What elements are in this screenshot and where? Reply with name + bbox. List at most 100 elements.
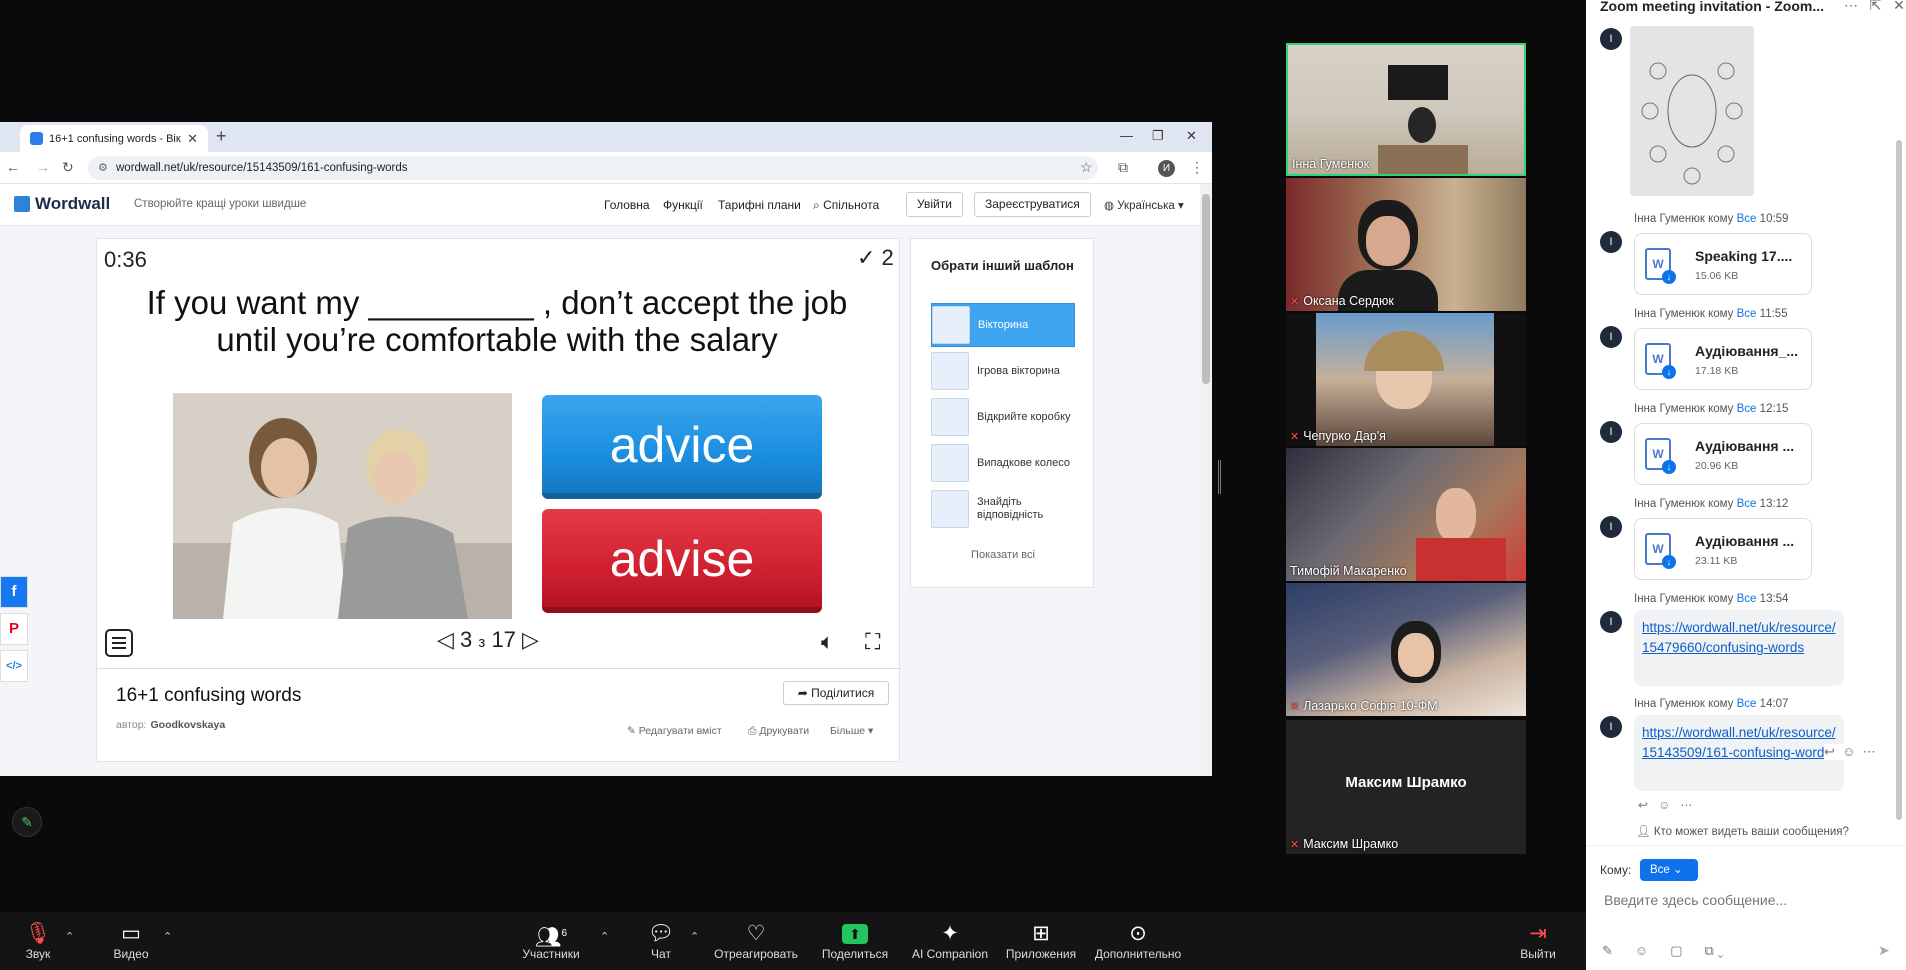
forward-icon[interactable]: →	[36, 159, 50, 175]
format-icon[interactable]: ✎	[1602, 943, 1613, 959]
print-link[interactable]: ⎙ Друкувати	[748, 725, 809, 738]
show-all-link[interactable]: Показати всі	[911, 549, 1095, 561]
more-icon[interactable]: ⋯	[1680, 798, 1692, 812]
reply-icon[interactable]: ↩	[1824, 744, 1835, 759]
chat-scrollbar[interactable]	[1896, 140, 1902, 820]
reply-icon[interactable]: ↩	[1638, 798, 1648, 812]
more-link[interactable]: Більше ▾	[830, 725, 873, 737]
recipient-dropdown[interactable]: Все ⌄	[1640, 859, 1698, 881]
file-size: 15.06 KB	[1695, 270, 1739, 282]
link-message[interactable]: https://wordwall.net/uk/resource/1514350…	[1634, 715, 1844, 791]
register-button[interactable]: Зареєструватися	[974, 192, 1091, 217]
video-options-caret-icon[interactable]: ⌃	[163, 930, 172, 943]
close-window-icon[interactable]: ✕	[1186, 128, 1197, 144]
more-button[interactable]: ⊙ Дополнительно	[1088, 912, 1188, 970]
template-open-box[interactable]: Відкрийте коробку	[931, 395, 1075, 439]
new-tab-icon[interactable]: +	[216, 126, 227, 147]
profile-avatar[interactable]: И	[1158, 160, 1175, 177]
file-message[interactable]: W ↓ Аудіювання_... 17.18 KB	[1634, 328, 1812, 390]
browser-tab[interactable]: 16+1 confusing words - Вікторина ✕	[20, 125, 208, 152]
page-scrollbar[interactable]	[1200, 184, 1212, 776]
leave-button[interactable]: ⇥ Выйти	[1488, 912, 1588, 970]
back-icon[interactable]: ←	[6, 159, 20, 175]
ai-companion-button[interactable]: ✦ AI Companion	[900, 912, 1000, 970]
previous-icon[interactable]: ◁	[437, 627, 454, 652]
browser-menu-icon[interactable]: ⋮	[1190, 159, 1204, 176]
minimize-icon[interactable]: —	[1120, 128, 1133, 143]
video-tile[interactable]: Тимофій Макаренко	[1286, 448, 1526, 581]
send-icon[interactable]: ➤	[1878, 942, 1890, 959]
audio-options-caret-icon[interactable]: ⌃	[65, 930, 74, 943]
chat-options-caret-icon[interactable]: ⌃	[690, 930, 699, 943]
next-icon[interactable]: ▷	[522, 627, 539, 652]
file-message[interactable]: W ↓ Аудіювання ... 23.11 KB	[1634, 518, 1812, 580]
visibility-info[interactable]: 👤︎ Кто может видеть ваши сообщения?	[1636, 824, 1849, 838]
emoji-icon[interactable]: ☺	[1635, 943, 1648, 959]
video-tile[interactable]: Максим Шрамко ✕ Максим Шрамко	[1286, 720, 1526, 854]
nav-pricing[interactable]: Тарифні плани	[718, 198, 801, 212]
download-icon[interactable]: ↓	[1662, 555, 1676, 569]
shared-image[interactable]	[1630, 26, 1754, 196]
nav-features[interactable]: Функції	[663, 198, 703, 212]
embed-icon[interactable]: </>	[0, 650, 28, 682]
emoji-icon[interactable]: ☺	[1842, 744, 1855, 759]
extensions-icon[interactable]: ⧉	[1118, 159, 1128, 176]
download-icon[interactable]: ↓	[1662, 270, 1676, 284]
emoji-icon[interactable]: ☺	[1658, 798, 1670, 812]
close-icon[interactable]: ✕	[1893, 0, 1905, 13]
close-tab-icon[interactable]: ✕	[187, 131, 198, 147]
split-view-handle[interactable]	[1218, 460, 1221, 494]
video-tile[interactable]: ✕ Оксана Сердюк	[1286, 178, 1526, 311]
participant-label: ✕ Чепурко Дар'я	[1290, 429, 1386, 443]
file-message[interactable]: W ↓ Аудіювання ... 20.96 KB	[1634, 423, 1812, 485]
nav-home[interactable]: Головна	[604, 198, 650, 212]
site-info-icon[interactable]: ⚙	[98, 156, 108, 180]
video-tile[interactable]: ✕ Чепурко Дар'я	[1286, 313, 1526, 446]
sound-icon[interactable]: 🔈︎	[821, 629, 834, 655]
fullscreen-icon[interactable]: ⛶	[865, 629, 880, 655]
scrollbar-thumb[interactable]	[1202, 194, 1210, 384]
file-icon[interactable]: ▢	[1670, 943, 1682, 959]
answer-button-1[interactable]: advice	[542, 395, 822, 499]
download-icon[interactable]: ↓	[1662, 365, 1676, 379]
participants-options-caret-icon[interactable]: ⌃	[600, 930, 609, 943]
template-random-wheel[interactable]: Випадкове колесо	[931, 441, 1075, 485]
share-screen-button[interactable]: ⬆ Поделиться	[805, 912, 905, 970]
share-icon: ➦	[797, 686, 808, 700]
participants-button[interactable]: 👥︎6 Участники	[501, 912, 601, 970]
link-message[interactable]: https://wordwall.net/uk/resource/1547966…	[1634, 610, 1844, 686]
answer-button-2[interactable]: advise	[542, 509, 822, 613]
restore-icon[interactable]: ❐	[1152, 128, 1164, 144]
menu-icon[interactable]	[105, 629, 133, 657]
nav-community[interactable]: ⌕ Спільнота	[813, 198, 879, 213]
apps-button[interactable]: ⊞ Приложения	[991, 912, 1091, 970]
video-tile[interactable]: Інна Гуменюк	[1286, 43, 1526, 176]
annotation-pencil-icon[interactable]: ✎	[12, 807, 42, 837]
url-field[interactable]: ⚙ wordwall.net/uk/resource/15143509/161-c…	[88, 156, 1098, 180]
login-button[interactable]: Увійти	[906, 192, 963, 217]
pop-out-icon[interactable]: ⇱	[1870, 0, 1882, 13]
message-input[interactable]	[1604, 890, 1894, 910]
recipient-label: Кому:	[1600, 863, 1632, 877]
more-icon[interactable]: ⋯	[1844, 0, 1858, 13]
share-button[interactable]: ➦ Поділитися	[783, 681, 889, 705]
edit-content-link[interactable]: ✎ Редагувати вміст	[627, 725, 722, 737]
file-message[interactable]: W ↓ Speaking 17.... 15.06 KB	[1634, 233, 1812, 295]
more-icon[interactable]: ⋯	[1863, 744, 1876, 759]
bookmark-star-icon[interactable]: ☆	[1080, 159, 1093, 176]
template-match-up[interactable]: Знайдіть відповідність	[931, 487, 1075, 531]
reload-icon[interactable]: ↻	[62, 159, 74, 176]
audio-button[interactable]: 🎙︎ Звук	[0, 912, 88, 970]
react-button[interactable]: ♡ Отреагировать	[706, 912, 806, 970]
template-gameshow-quiz[interactable]: Ігрова вікторина	[931, 349, 1075, 393]
wordwall-logo[interactable]: Wordwall	[14, 194, 110, 214]
template-quiz[interactable]: Вікторина	[931, 303, 1075, 347]
video-tile[interactable]: ✕ Лазарько Софія 10-ФМ	[1286, 583, 1526, 716]
download-icon[interactable]: ↓	[1662, 460, 1676, 474]
screenshot-icon[interactable]: ⧉ ⌄	[1704, 943, 1723, 959]
activity-card: 0:36 ✓ 2 If you want my _________ , don’…	[96, 238, 901, 762]
language-select[interactable]: ◍ Українська ▾	[1104, 198, 1184, 212]
facebook-icon[interactable]: f	[0, 576, 28, 608]
pinterest-icon[interactable]: P	[0, 613, 28, 645]
author-link[interactable]: Goodkovskaya	[150, 719, 225, 731]
